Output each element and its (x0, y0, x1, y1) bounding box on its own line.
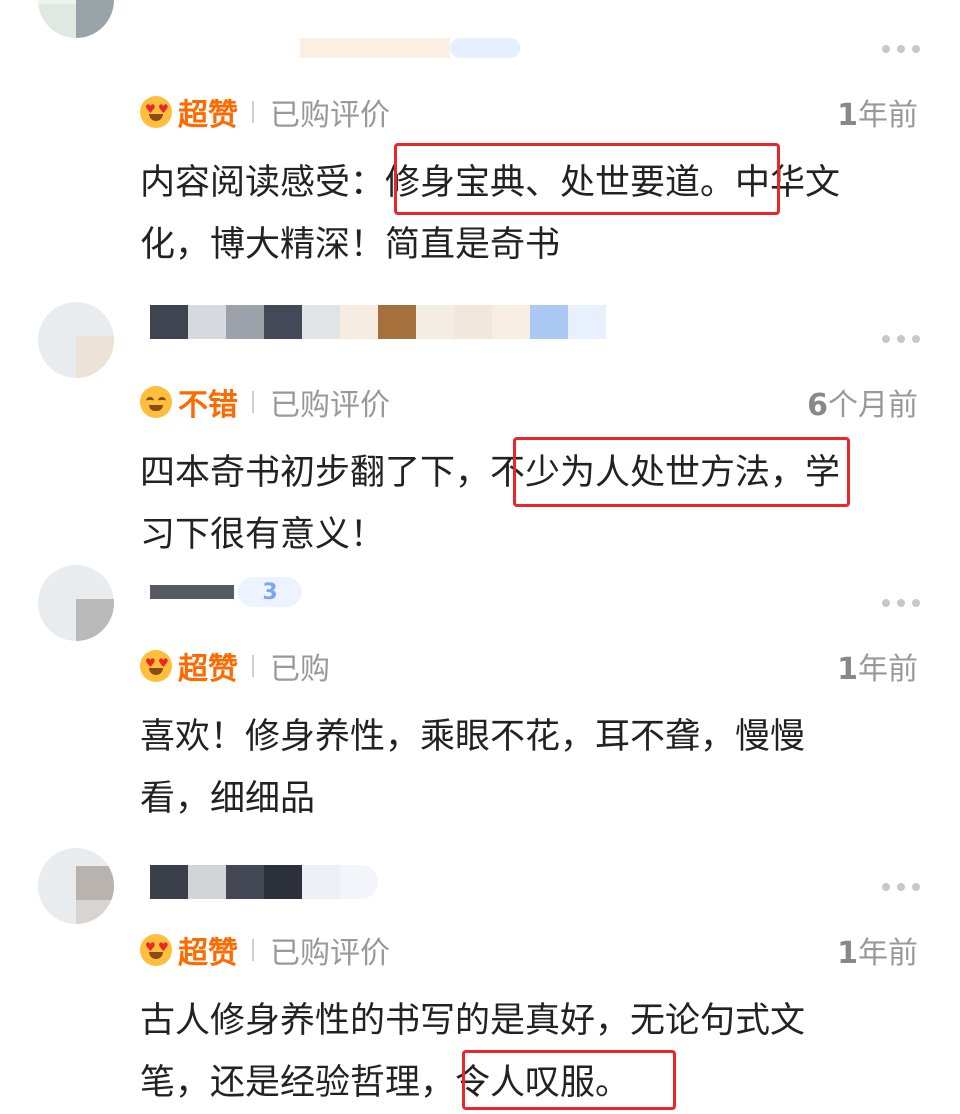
divider (252, 101, 254, 123)
purchase-label: 已购 (270, 652, 330, 687)
heart-eyes-emoji-icon: ♥ ♥ (140, 650, 172, 682)
rating-label: 超赞 (178, 652, 238, 687)
more-options-button[interactable] (882, 334, 920, 344)
more-dots-icon (882, 883, 890, 891)
divider (252, 939, 254, 961)
blurred-username (150, 862, 378, 902)
rating-label: 不错 (178, 388, 238, 423)
rating-label: 超赞 (178, 936, 238, 971)
review-text: 古人修身养性的书写的是真好，无论句式文 笔，还是经验哲理，令人叹服。 (140, 1001, 806, 1103)
heart-eyes-emoji-icon: ♥ ♥ (140, 934, 172, 966)
review-time: 1年前 (837, 936, 918, 971)
review-meta: ♥ ♥ 超赞 已购评价 1年前 (140, 92, 918, 133)
more-options-button[interactable] (882, 598, 920, 608)
more-dots-icon (882, 599, 890, 607)
review-text: 四本奇书初步翻了下，不少为人处世方法，学 习下很有意义！ (140, 453, 841, 555)
purchase-label: 已购评价 (270, 936, 390, 971)
heart-eyes-emoji-icon: ♥ ♥ (140, 96, 172, 128)
divider (252, 655, 254, 677)
level-badge: 3 (238, 577, 302, 607)
more-options-button[interactable] (882, 882, 920, 892)
smile-emoji-icon (140, 386, 172, 418)
user-avatar[interactable] (38, 0, 114, 38)
review-time: 6个月前 (807, 388, 918, 423)
review-text: 内容阅读感受：修身宝典、处世要道。中华文 化，博大精深！简直是奇书 (140, 163, 841, 265)
blurred-username (150, 302, 606, 342)
more-dots-icon (882, 335, 890, 343)
review-meta: 不错 已购评价 6个月前 (140, 382, 918, 423)
review-meta: ♥ ♥ 超赞 已购评价 1年前 (140, 930, 918, 971)
user-avatar[interactable] (38, 565, 114, 641)
purchase-label: 已购评价 (270, 98, 390, 133)
rating-label: 超赞 (178, 98, 238, 133)
more-dots-icon (882, 45, 890, 53)
review-text: 喜欢！修身养性，乘眼不花，耳不聋，慢慢 看，细细品 (140, 717, 806, 819)
review-meta: ♥ ♥ 超赞 已购 1年前 (140, 646, 918, 687)
blurred-username: 3 (150, 572, 302, 612)
user-avatar[interactable] (38, 848, 114, 924)
more-options-button[interactable] (882, 44, 920, 54)
review-time: 1年前 (837, 652, 918, 687)
review-time: 1年前 (837, 98, 918, 133)
blurred-username (150, 28, 520, 68)
purchase-label: 已购评价 (270, 388, 390, 423)
user-avatar[interactable] (38, 302, 114, 378)
divider (252, 391, 254, 413)
